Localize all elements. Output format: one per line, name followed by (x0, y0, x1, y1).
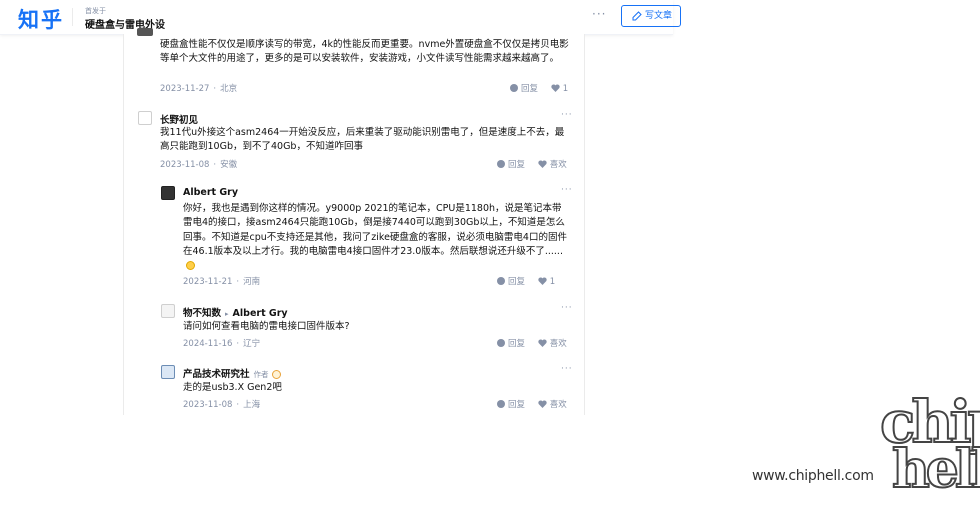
edit-icon (632, 10, 642, 20)
avatar[interactable] (161, 304, 175, 318)
write-article-button[interactable]: 写文章 (621, 5, 681, 27)
comment-text: 你好，我也是遇到你这样的情况。y9000p 2021的笔记本，CPU是1180h… (183, 202, 571, 273)
reply-to-author[interactable]: Albert Gry (233, 308, 288, 319)
column-title-link[interactable]: 硬盘盒与雷电外设 (85, 16, 165, 31)
reply-icon (497, 339, 505, 347)
like-count: 1 (549, 277, 556, 287)
heart-icon (538, 160, 547, 168)
badge-icon (271, 370, 281, 379)
like-button[interactable]: 喜欢 (528, 339, 567, 349)
reply-icon (497, 400, 505, 408)
comment-location: 安徽 (220, 160, 238, 170)
comment-meta: 2023-11-08 · 安徽 (160, 160, 238, 170)
avatar[interactable] (161, 186, 175, 200)
watermark-logo-bottom: hell (891, 439, 980, 500)
heart-icon (538, 400, 547, 408)
reply-button[interactable]: 回复 (497, 339, 525, 349)
reply-label: 回复 (521, 84, 539, 94)
reply-button[interactable]: 回复 (497, 160, 525, 170)
published-in-label: 首发于 (85, 7, 106, 15)
reply-button[interactable]: 回复 (497, 400, 525, 410)
reply-label: 回复 (508, 160, 526, 170)
top-navigation-bar: 知乎 首发于 硬盘盒与雷电外设 ··· 写文章 (0, 0, 681, 35)
like-button[interactable]: 喜欢 (528, 400, 567, 410)
more-options-button[interactable]: ··· (592, 7, 606, 21)
comment-text: 我11代u外接这个asm2464一开始没反应，后来重装了驱动能识别雷电了，但是速… (160, 127, 565, 153)
comment-author[interactable]: 物不知数 (183, 308, 221, 319)
avatar[interactable] (138, 111, 152, 125)
reply-label: 回复 (508, 277, 526, 287)
like-button[interactable]: 1 (528, 277, 555, 287)
comment-date: 2023-11-08 (183, 400, 233, 410)
like-label: 喜欢 (549, 400, 567, 410)
comments-panel: 硬盘盒性能不仅仅是顺序读写的带宽，4k的性能反而更重要。nvme外置硬盘盒不仅仅… (123, 28, 585, 415)
comment-location: 河南 (243, 277, 261, 287)
comment-location: 北京 (220, 84, 238, 94)
like-count: 1 (562, 84, 569, 94)
comment-more-button[interactable]: ··· (561, 185, 573, 195)
avatar[interactable] (137, 28, 153, 36)
comment-author-line: 产品技术研究社 作者 (183, 366, 281, 380)
comment-actions: 回复 喜欢 (497, 398, 567, 410)
comment-date: 2023-11-08 (160, 160, 210, 170)
comment-location: 辽宁 (243, 339, 261, 349)
comment-text-body: 你好，我也是遇到你这样的情况。y9000p 2021的笔记本，CPU是1180h… (183, 203, 567, 257)
comment-author[interactable]: 产品技术研究社 (183, 369, 250, 380)
comment-actions: 回复 1 (510, 82, 568, 94)
logo-divider (72, 8, 73, 26)
author-tag: 作者 (253, 370, 269, 379)
comment-meta: 2023-11-21 · 河南 (183, 277, 261, 287)
comment-actions: 回复 1 (497, 275, 555, 287)
comment-meta: 2023-11-08 · 上海 (183, 400, 261, 410)
comment-author-line: 物不知数 ▸ Albert Gry (183, 305, 288, 319)
comment-date: 2024-11-16 (183, 339, 233, 349)
comment-actions: 回复 喜欢 (497, 337, 567, 349)
comment-actions: 回复 喜欢 (497, 158, 567, 170)
reply-icon (510, 84, 518, 92)
avatar[interactable] (161, 365, 175, 379)
heart-icon (538, 339, 547, 347)
reply-button[interactable]: 回复 (497, 277, 525, 287)
like-button[interactable]: 1 (541, 84, 568, 94)
comment-meta: 2024-11-16 · 辽宁 (183, 339, 261, 349)
comment-more-button[interactable]: ··· (561, 364, 573, 374)
comment-text: 硬盘盒性能不仅仅是顺序读写的带宽，4k的性能反而更重要。nvme外置硬盘盒不仅仅… (160, 39, 569, 65)
comment-date: 2023-11-21 (183, 277, 233, 287)
write-article-label: 写文章 (645, 11, 673, 21)
comment-author[interactable]: 长野初见 (160, 112, 198, 126)
comment-meta: 2023-11-27 · 北京 (160, 84, 238, 94)
comment-location: 上海 (243, 400, 261, 410)
reply-label: 回复 (508, 339, 526, 349)
reply-arrow-icon: ▸ (225, 310, 229, 318)
like-button[interactable]: 喜欢 (528, 160, 567, 170)
watermark-url: www.chiphell.com (752, 468, 874, 484)
reply-label: 回复 (508, 400, 526, 410)
comment-more-button[interactable]: ··· (561, 110, 573, 120)
comment-text: 请问如何查看电脑的雷电接口固件版本? (183, 321, 350, 332)
laugh-emoji-icon (186, 261, 195, 271)
like-label: 喜欢 (549, 160, 567, 170)
comment-more-button[interactable]: ··· (561, 303, 573, 313)
like-label: 喜欢 (549, 339, 567, 349)
reply-icon (497, 160, 505, 168)
reply-button[interactable]: 回复 (510, 84, 538, 94)
heart-icon (551, 84, 560, 92)
comment-date: 2023-11-27 (160, 84, 210, 94)
chiphell-watermark: chip hell www.chiphell.com (752, 392, 980, 506)
zhihu-logo[interactable]: 知乎 (18, 4, 64, 34)
reply-icon (497, 277, 505, 285)
comment-text: 走的是usb3.X Gen2吧 (183, 382, 282, 393)
heart-icon (538, 277, 547, 285)
comment-author[interactable]: Albert Gry (183, 187, 238, 198)
